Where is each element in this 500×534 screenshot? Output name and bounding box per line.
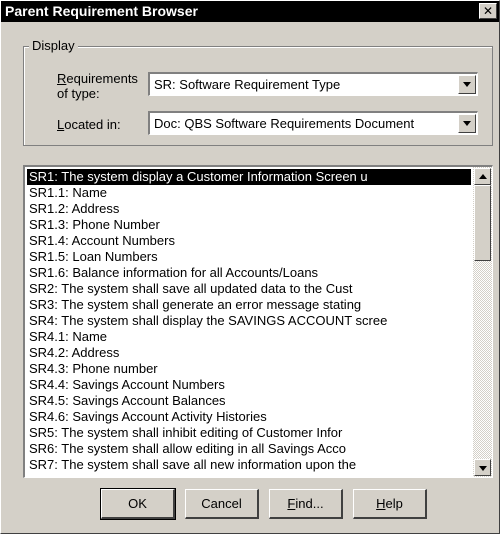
- list-item[interactable]: SR1: The system display a Customer Infor…: [27, 169, 471, 185]
- list-item[interactable]: SR5: The system shall inhibit editing of…: [27, 425, 471, 441]
- cancel-button[interactable]: Cancel: [185, 489, 259, 519]
- ok-button[interactable]: OK: [100, 488, 176, 520]
- requirements-listbox[interactable]: SR1: The system display a Customer Infor…: [23, 165, 493, 478]
- parent-requirement-browser-dialog: Parent Requirement Browser ✕ Display Req…: [0, 0, 500, 534]
- requirement-type-dropdown[interactable]: SR: Software Requirement Type: [148, 72, 478, 96]
- located-in-label: Located in:: [57, 117, 121, 132]
- list-item[interactable]: SR3: The system shall generate an error …: [27, 297, 471, 313]
- chevron-down-icon[interactable]: [458, 75, 476, 94]
- list-item[interactable]: SR4.2: Address: [27, 345, 471, 361]
- list-item[interactable]: SR2: The system shall save all updated d…: [27, 281, 471, 297]
- located-in-value: Doc: QBS Software Requirements Document: [154, 116, 415, 131]
- requirements-list[interactable]: SR1: The system display a Customer Infor…: [27, 169, 471, 476]
- requirement-type-value: SR: Software Requirement Type: [154, 77, 341, 92]
- list-item[interactable]: SR1.5: Loan Numbers: [27, 249, 471, 265]
- arrow-up-icon[interactable]: [474, 168, 491, 185]
- requirements-of-type-label: Requirements of type:: [57, 71, 138, 101]
- list-item[interactable]: SR1.1: Name: [27, 185, 471, 201]
- list-item[interactable]: SR4.4: Savings Account Numbers: [27, 377, 471, 393]
- list-item[interactable]: SR1.6: Balance information for all Accou…: [27, 265, 471, 281]
- vertical-scrollbar[interactable]: [473, 167, 492, 477]
- title-bar[interactable]: Parent Requirement Browser ✕: [1, 1, 499, 22]
- list-item[interactable]: SR4.5: Savings Account Balances: [27, 393, 471, 409]
- list-item[interactable]: SR7: The system shall save all new infor…: [27, 457, 471, 473]
- chevron-down-icon[interactable]: [458, 114, 476, 133]
- window-title: Parent Requirement Browser: [5, 3, 198, 19]
- list-item[interactable]: SR6: The system shall allow editing in a…: [27, 441, 471, 457]
- scrollbar-thumb[interactable]: [474, 185, 491, 261]
- located-in-dropdown[interactable]: Doc: QBS Software Requirements Document: [148, 111, 478, 135]
- list-item[interactable]: SR1.3: Phone Number: [27, 217, 471, 233]
- find-button[interactable]: Find...: [269, 489, 343, 519]
- list-item[interactable]: SR1.2: Address: [27, 201, 471, 217]
- list-item[interactable]: SR4.3: Phone number: [27, 361, 471, 377]
- arrow-down-icon[interactable]: [474, 459, 491, 476]
- close-icon[interactable]: ✕: [479, 3, 497, 19]
- list-item[interactable]: SR4.1: Name: [27, 329, 471, 345]
- display-group-label: Display: [29, 38, 78, 53]
- help-button[interactable]: Help: [353, 489, 427, 519]
- list-item[interactable]: SR4: The system shall display the SAVING…: [27, 313, 471, 329]
- list-item[interactable]: SR4.6: Savings Account Activity Historie…: [27, 409, 471, 425]
- list-item[interactable]: SR1.4: Account Numbers: [27, 233, 471, 249]
